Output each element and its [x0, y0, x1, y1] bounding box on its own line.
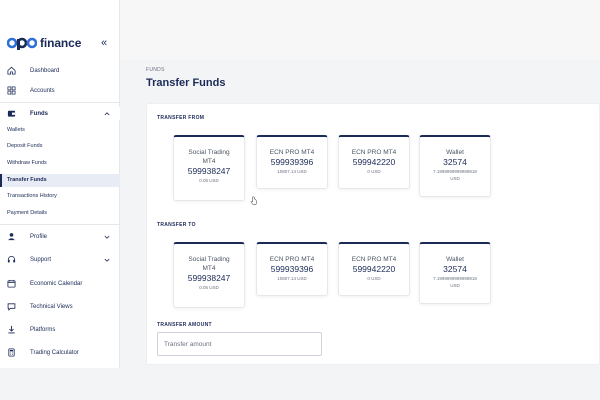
account-balance: 0.05 USD — [199, 285, 219, 290]
sidebar-item-label: Technical Views — [30, 303, 73, 310]
sidebar-sub-transactions-history[interactable]: Transactions History — [0, 190, 120, 203]
sidebar-item-label: Accounts — [30, 87, 55, 94]
sidebar-item-support[interactable]: Support — [0, 253, 120, 266]
account-name: Social Trading — [188, 256, 230, 263]
chevron-down-icon — [104, 235, 110, 239]
collapse-sidebar-icon[interactable]: « — [97, 36, 111, 50]
account-balance: 0.05 USD — [199, 178, 219, 183]
transfer-panel: TRANSFER FROM Social Trading MT4 5999382… — [146, 103, 600, 365]
user-icon — [8, 233, 15, 241]
page-title: Transfer Funds — [146, 77, 226, 89]
sidebar-divider — [0, 102, 120, 103]
chevron-up-icon — [104, 111, 110, 115]
account-number: 599938247 — [187, 166, 231, 176]
account-balance: 10807.14 USD — [277, 276, 307, 281]
sidebar-sub-deposit-funds[interactable]: Deposit Funds — [0, 140, 120, 153]
account-name: ECN PRO MT4 — [269, 149, 315, 156]
account-balance: 0 USD — [367, 276, 381, 281]
sidebar-sub-payment-details[interactable]: Payment Details — [0, 207, 120, 220]
account-balance: 0 USD — [367, 169, 381, 174]
account-name: ECN PRO MT4 — [351, 256, 397, 263]
chat-icon — [7, 303, 16, 311]
account-name-line2: MT4 — [202, 158, 216, 165]
grid-icon — [7, 86, 16, 95]
sidebar-sub-transfer-funds[interactable]: Transfer Funds — [0, 174, 120, 187]
sidebar-item-trading-calculator[interactable]: Trading Calculator — [0, 346, 120, 359]
sidebar-divider — [0, 224, 120, 225]
to-account-card[interactable]: Social Trading MT4 599938247 0.05 USD — [173, 242, 245, 308]
sidebar-item-label: Economic Calendar — [30, 280, 83, 287]
account-name: ECN PRO MT4 — [351, 149, 397, 156]
to-account-card[interactable]: Wallet 32574 7.1999999999999818 USD — [419, 242, 491, 304]
download-icon — [8, 325, 15, 334]
to-account-card[interactable]: ECN PRO MT4 599939396 10807.14 USD — [256, 242, 328, 296]
account-number: 599942220 — [352, 157, 396, 167]
account-name: Social Trading — [188, 149, 230, 156]
sidebar-item-label: Funds — [30, 110, 48, 117]
sidebar-item-label: Support — [30, 256, 52, 263]
account-number: 599938247 — [187, 273, 231, 283]
home-icon — [7, 66, 16, 75]
sidebar-sub-withdraw-funds[interactable]: Withdraw Funds — [0, 157, 120, 170]
account-balance-unit: USD — [450, 176, 460, 181]
wallet-icon — [7, 110, 16, 117]
sidebar-item-label: Platforms — [30, 326, 56, 333]
sidebar-sub-wallets[interactable]: Wallets — [0, 124, 120, 137]
account-number: 599939396 — [270, 264, 314, 274]
transfer-amount-input[interactable] — [157, 332, 322, 356]
mouse-cursor-icon — [250, 196, 258, 205]
from-account-card[interactable]: Wallet 32574 7.1999999999999818 USD — [419, 135, 491, 197]
account-number: 599942220 — [352, 264, 396, 274]
transfer-to-label: TRANSFER TO — [157, 222, 196, 228]
account-number: 32574 — [443, 264, 467, 274]
logo-row: finance « — [7, 34, 115, 52]
sidebar-item-label: Trading Calculator — [30, 349, 79, 356]
brand-logo[interactable]: finance — [7, 34, 81, 52]
calculator-icon — [8, 348, 15, 357]
from-account-card[interactable]: ECN PRO MT4 599939396 10807.14 USD — [256, 135, 328, 189]
sidebar-item-technical-views[interactable]: Technical Views — [0, 300, 120, 313]
sidebar: finance « Dashboard Accounts Funds Walle… — [0, 0, 120, 400]
sidebar-item-economic-calendar[interactable]: Economic Calendar — [0, 277, 120, 290]
sidebar-item-funds[interactable]: Funds — [0, 107, 120, 120]
account-name: ECN PRO MT4 — [269, 256, 315, 263]
account-balance: 7.1999999999999818 — [433, 276, 477, 281]
sidebar-item-platforms[interactable]: Platforms — [0, 323, 120, 336]
sidebar-item-profile[interactable]: Profile — [0, 230, 120, 243]
from-account-card[interactable]: Social Trading MT4 599938247 0.05 USD — [173, 135, 245, 201]
sidebar-item-label: Profile — [30, 233, 48, 240]
sidebar-item-label: Dashboard — [30, 67, 60, 74]
chevron-down-icon — [104, 258, 110, 262]
main-content: FUNDS Transfer Funds TRANSFER FROM Socia… — [120, 0, 600, 400]
account-balance-unit: USD — [450, 283, 460, 288]
bottom-strip — [0, 368, 600, 400]
opo-logo-mark — [7, 37, 37, 50]
support-icon — [7, 256, 16, 263]
account-balance: 10807.14 USD — [277, 169, 307, 174]
breadcrumb: FUNDS — [146, 67, 165, 73]
calendar-icon — [7, 279, 16, 288]
transfer-amount-label: TRANSFER AMOUNT — [157, 322, 212, 328]
account-name-line2: MT4 — [202, 265, 216, 272]
to-account-card[interactable]: ECN PRO MT4 599942220 0 USD — [338, 242, 410, 296]
account-number: 599939396 — [270, 157, 314, 167]
sidebar-item-accounts[interactable]: Accounts — [0, 84, 120, 97]
transfer-from-label: TRANSFER FROM — [157, 115, 205, 121]
from-account-card[interactable]: ECN PRO MT4 599942220 0 USD — [338, 135, 410, 189]
sidebar-item-dashboard[interactable]: Dashboard — [0, 64, 120, 77]
account-name: Wallet — [446, 149, 464, 156]
top-bar — [120, 0, 600, 60]
account-name: Wallet — [446, 256, 464, 263]
account-balance: 7.1999999999999818 — [433, 169, 477, 174]
account-number: 32574 — [443, 157, 467, 167]
brand-name: finance — [40, 36, 82, 50]
